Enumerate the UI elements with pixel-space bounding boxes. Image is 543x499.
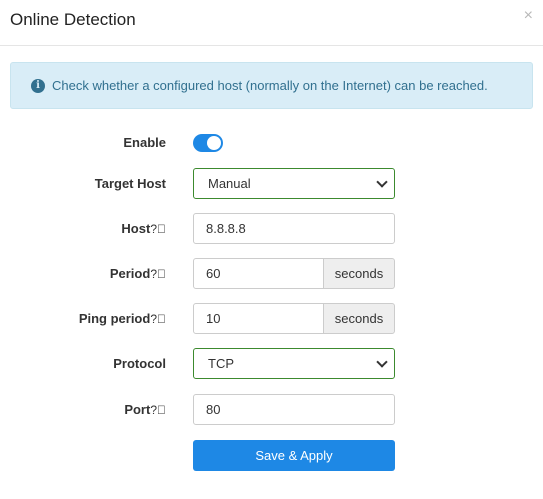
info-icon: i <box>31 78 45 93</box>
port-input[interactable]: 80 <box>193 394 395 425</box>
protocol-label: Protocol <box>113 356 166 371</box>
target-host-value: Manual <box>208 176 251 191</box>
save-apply-button[interactable]: Save & Apply <box>193 440 395 471</box>
enable-label: Enable <box>123 135 166 150</box>
period-input[interactable]: 60 <box>193 258 324 289</box>
target-host-label: Target Host <box>94 176 166 191</box>
period-label: Period?⃝ <box>109 266 166 281</box>
chevron-down-icon <box>376 356 388 368</box>
close-button[interactable]: × <box>524 8 533 24</box>
info-text: Check whether a configured host (normall… <box>52 78 488 93</box>
period-unit: seconds <box>323 258 395 289</box>
help-icon[interactable]: ?⃝ <box>150 403 166 417</box>
ping-period-label: Ping period?⃝ <box>78 311 166 326</box>
host-input[interactable]: 8.8.8.8 <box>193 213 395 244</box>
chevron-down-icon <box>376 176 388 188</box>
enable-row: Enable <box>0 127 543 159</box>
info-alert: i Check whether a configured host (norma… <box>10 62 533 109</box>
protocol-select[interactable]: TCP <box>193 348 395 379</box>
protocol-value: TCP <box>208 356 234 371</box>
enable-toggle[interactable] <box>193 134 223 152</box>
host-label: Host?⃝ <box>121 221 166 236</box>
help-icon[interactable]: ?⃝ <box>150 312 166 326</box>
ping-period-input[interactable]: 10 <box>193 303 324 334</box>
period-row: Period?⃝ 60 seconds <box>0 258 543 290</box>
help-icon[interactable]: ?⃝ <box>150 267 166 281</box>
modal-header: Online Detection × <box>0 0 543 46</box>
protocol-row: Protocol TCP <box>0 348 543 380</box>
toggle-knob <box>207 136 221 150</box>
host-row: Host?⃝ 8.8.8.8 <box>0 213 543 245</box>
modal-title: Online Detection <box>10 10 136 29</box>
port-label: Port?⃝ <box>124 402 166 417</box>
ping-period-unit: seconds <box>323 303 395 334</box>
help-icon[interactable]: ?⃝ <box>150 222 166 236</box>
target-host-row: Target Host Manual <box>0 168 543 200</box>
target-host-select[interactable]: Manual <box>193 168 395 199</box>
ping-period-row: Ping period?⃝ 10 seconds <box>0 303 543 335</box>
port-row: Port?⃝ 80 <box>0 394 543 426</box>
